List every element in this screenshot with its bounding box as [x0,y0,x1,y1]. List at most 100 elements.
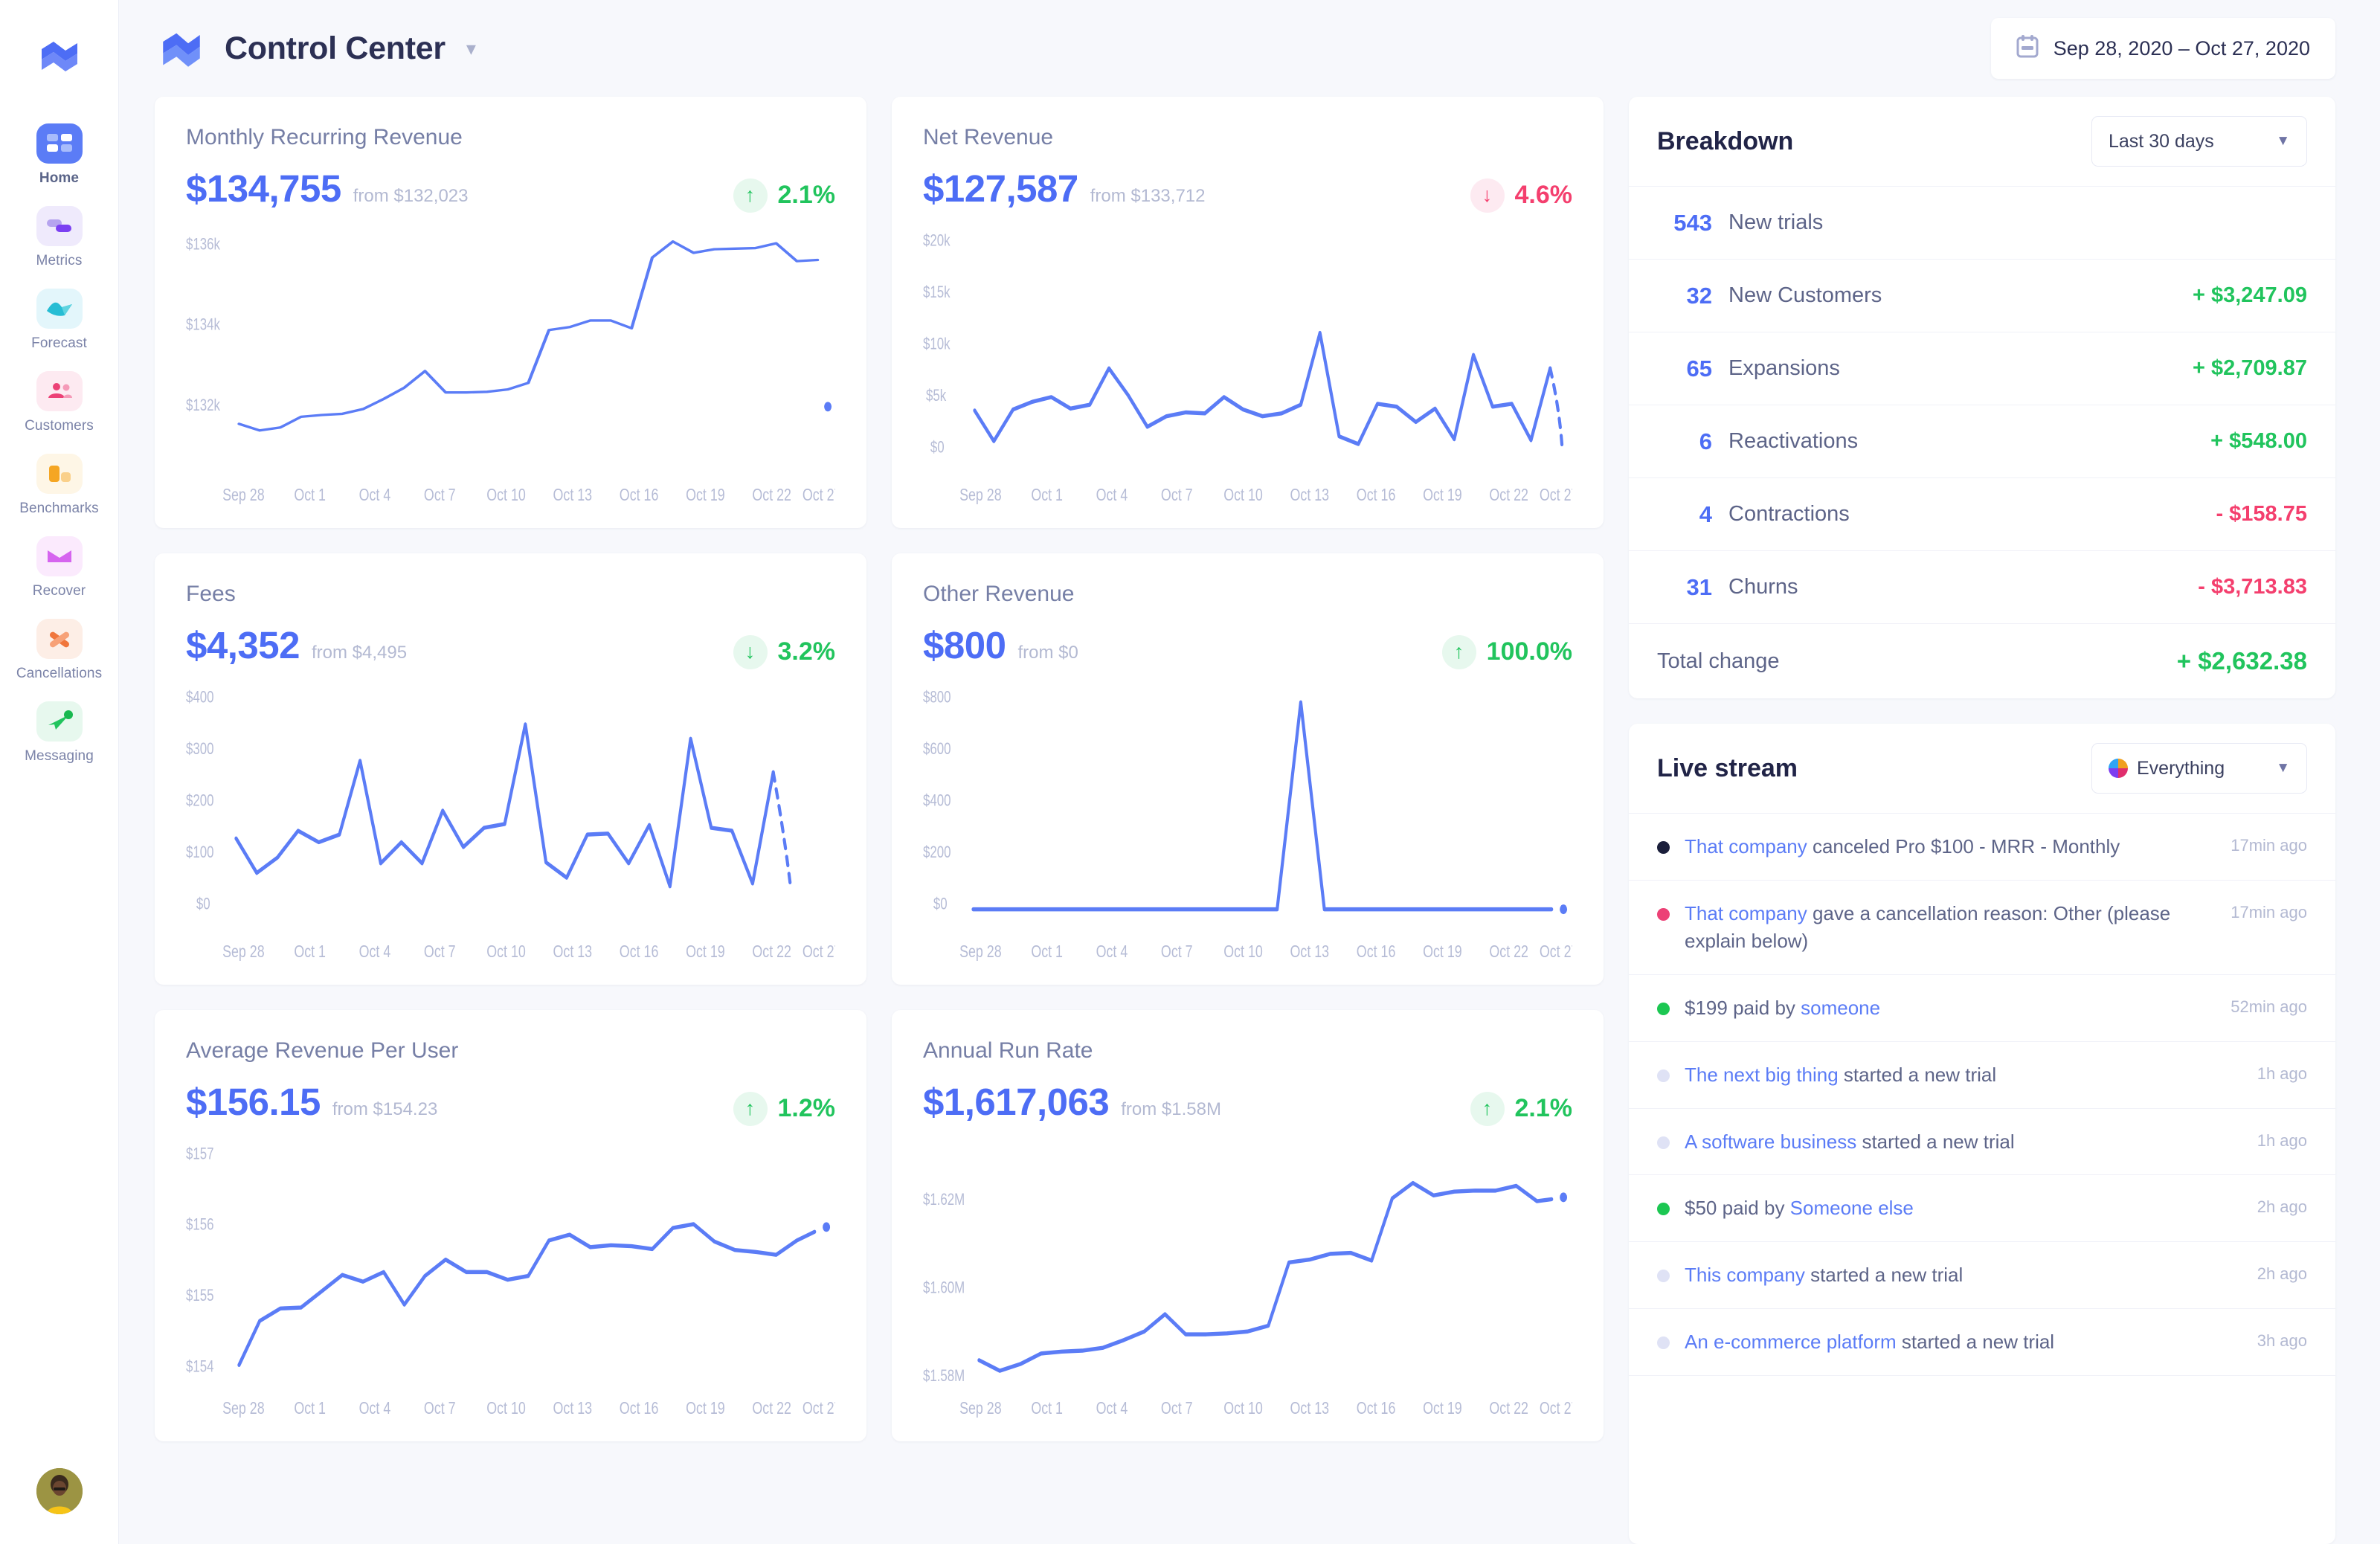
date-range-picker[interactable]: Sep 28, 2020 – Oct 27, 2020 [1990,18,2335,79]
svg-text:Oct 22: Oct 22 [752,942,791,961]
card-previous-value: from $0 [1017,643,1078,663]
event-prefix: $50 paid by [1685,1197,1790,1220]
svg-text:$300: $300 [186,739,214,758]
sidebar-item-benchmarks[interactable]: Benchmarks [15,454,104,517]
delta-value: 4.6% [1514,181,1573,209]
entity-link[interactable]: The next big thing [1685,1064,1839,1086]
right-column: Breakdown Last 30 days ▼ 543 New trials … [1629,97,2335,1544]
metric-card-average-revenue-per-user[interactable]: Average Revenue Per User $156.15 from $1… [155,1010,866,1441]
sidebar-item-messaging[interactable]: Messaging [15,701,104,765]
entity-link[interactable]: This company [1685,1264,1805,1286]
sidebar-nav: Home Metrics Forecast Customers Benchmar… [15,123,104,765]
breakdown-row-new-trials[interactable]: 543 New trials [1629,187,2335,260]
metric-card-other-revenue[interactable]: Other Revenue $800 from $0 ↑ 100.0% $800… [892,553,1604,985]
user-avatar-image[interactable] [36,1468,83,1514]
livestream-filter-select[interactable]: Everything ▼ [2091,743,2307,794]
status-dot-icon [1657,1002,1670,1015]
page-title: Control Center [225,30,446,66]
breakdown-row-contractions[interactable]: 4 Contractions - $158.75 [1629,478,2335,551]
breakdown-amount: - $158.75 [2216,502,2307,526]
svg-text:$400: $400 [186,688,214,707]
chevron-down-icon[interactable]: ▾ [466,37,476,60]
sidebar-item-home[interactable]: Home [15,123,104,187]
arrow-up-icon: ↑ [733,1091,768,1126]
card-value-row: $134,755 from $132,023 ↑ 2.1% [186,167,835,213]
breakdown-label: New Customers [1728,283,1882,307]
metric-card-annual-run-rate[interactable]: Annual Run Rate $1,617,063 from $1.58M ↑… [892,1010,1604,1441]
svg-text:Oct 1: Oct 1 [294,1398,326,1418]
sparkline-chart: $800 $600 $400 $200 $0 Sep 28 Oct 1 Oct … [923,681,1572,969]
card-value: $1,617,063 [923,1081,1110,1123]
timestamp: 1h ago [2257,1064,2307,1083]
breakdown-count: 4 [1699,501,1712,527]
entity-link[interactable]: That company [1685,902,1807,924]
app-root: Home Metrics Forecast Customers Benchmar… [0,0,2380,1544]
from-label: from [1090,186,1126,206]
breakdown-row-churns[interactable]: 31 Churns - $3,713.83 [1629,551,2335,624]
arrow-up-icon: ↑ [1470,1091,1505,1126]
baremetrics-logo-icon[interactable] [36,33,83,80]
event-description: started a new trial [1856,1130,2015,1153]
entity-link[interactable]: That company [1685,835,1807,858]
list-item[interactable]: An e-commerce platform started a new tri… [1629,1309,2335,1377]
breakdown-row-reactivations[interactable]: 6 Reactivations + $548.00 [1629,405,2335,478]
breakdown-title: Breakdown [1657,126,1794,155]
svg-text:Sep 28: Sep 28 [222,485,265,504]
list-item[interactable]: The next big thing started a new trial 1… [1629,1042,2335,1109]
from-label: from [312,643,347,663]
breakdown-total-label: Total change [1657,649,1780,673]
arrow-down-icon: ↓ [1470,178,1505,213]
breakdown-label: New trials [1728,210,1824,234]
sidebar-item-recover[interactable]: Recover [15,536,104,599]
list-item[interactable]: This company started a new trial 2h ago [1629,1242,2335,1310]
svg-text:Oct 4: Oct 4 [1096,485,1128,504]
breakdown-count: 6 [1699,428,1712,454]
svg-text:Oct 10: Oct 10 [1223,485,1263,504]
livestream-filter-value: Everything [2137,757,2225,779]
svg-text:$132k: $132k [186,396,220,414]
svg-text:$1.62M: $1.62M [923,1191,965,1209]
svg-text:$20k: $20k [923,231,951,250]
svg-text:Oct 10: Oct 10 [1223,1398,1263,1418]
card-value: $134,755 [186,167,341,210]
svg-text:Oct 16: Oct 16 [620,1398,659,1418]
list-item[interactable]: That company canceled Pro $100 - MRR - M… [1629,814,2335,881]
list-item[interactable]: A software business started a new trial … [1629,1109,2335,1176]
entity-link[interactable]: Someone else [1790,1197,1914,1219]
svg-text:Oct 7: Oct 7 [424,942,456,961]
sidebar-item-customers[interactable]: Customers [15,371,104,434]
breakdown-amount: + $3,247.09 [2192,283,2307,307]
sidebar-item-forecast[interactable]: Forecast [15,289,104,352]
svg-text:Oct 19: Oct 19 [686,1398,725,1418]
breakdown-row-expansions[interactable]: 65 Expansions + $2,709.87 [1629,332,2335,405]
sidebar-item-metrics[interactable]: Metrics [15,206,104,269]
breakdown-amount: + $2,709.87 [2192,356,2307,380]
metric-card-fees[interactable]: Fees $4,352 from $4,495 ↓ 3.2% $400 $300… [155,553,866,985]
list-item[interactable]: That company gave a cancellation reason:… [1629,881,2335,975]
sidebar-item-cancellations[interactable]: Cancellations [15,619,104,682]
breakdown-row-new-customers[interactable]: 32 New Customers + $3,247.09 [1629,260,2335,332]
entity-link[interactable]: An e-commerce platform [1685,1331,1897,1353]
entity-link[interactable]: someone [1801,997,1880,1019]
timestamp: 52min ago [2231,997,2307,1016]
svg-text:Oct 16: Oct 16 [1357,1398,1396,1418]
svg-text:Oct 27: Oct 27 [1540,485,1572,504]
svg-text:Oct 7: Oct 7 [1161,942,1193,961]
svg-text:Oct 10: Oct 10 [486,1398,526,1418]
entity-link[interactable]: A software business [1685,1130,1856,1153]
metric-card-net-revenue[interactable]: Net Revenue $127,587 from $133,712 ↓ 4.6… [892,97,1604,528]
list-item[interactable]: $50 paid by Someone else 2h ago [1629,1175,2335,1243]
timestamp: 3h ago [2257,1331,2307,1351]
list-item[interactable]: $199 paid by someone 52min ago [1629,975,2335,1042]
svg-text:$5k: $5k [926,387,946,405]
metric-card-monthly-recurring-revenue[interactable]: Monthly Recurring Revenue $134,755 from … [155,97,866,528]
livestream-text: This company started a new trial [1685,1261,2242,1289]
sparkline-chart: $136k $134k $132k Sep 28 Oct 1 Oct 4 Oct… [186,225,835,512]
avatar[interactable] [36,1468,83,1514]
card-title: Other Revenue [923,582,1075,606]
svg-text:Oct 1: Oct 1 [1031,942,1063,961]
livestream-text: $50 paid by Someone else [1685,1194,2242,1222]
breakdown-period-select[interactable]: Last 30 days ▼ [2091,116,2307,167]
svg-text:Oct 10: Oct 10 [486,942,526,961]
breakdown-total-amount: + $2,632.38 [2176,647,2307,675]
